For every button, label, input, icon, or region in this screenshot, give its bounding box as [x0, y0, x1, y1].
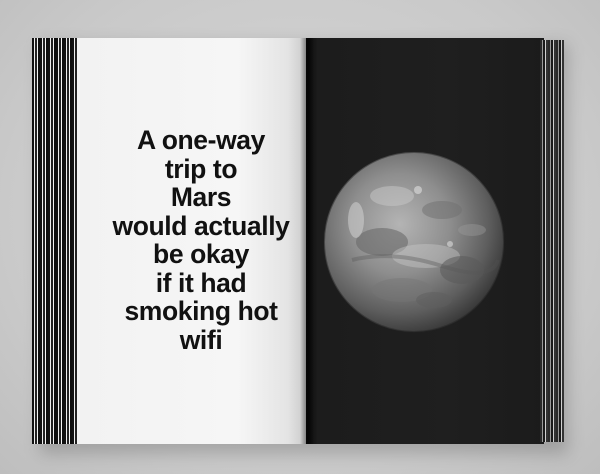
- quote-line: Mars: [170, 182, 232, 212]
- quote-line: be okay: [153, 239, 249, 269]
- left-page-edges: [32, 38, 82, 444]
- right-page-edges: [540, 40, 564, 442]
- quote-line: would actually: [112, 210, 290, 241]
- quote-line: if it had: [155, 267, 247, 298]
- quote-text: A one-way trip to Mars would actually be…: [96, 126, 306, 354]
- photo-background: A one-way trip to Mars would actually be…: [0, 0, 600, 474]
- quote-line: A one-way: [137, 125, 265, 155]
- book-gutter: [300, 38, 314, 444]
- quote-line: trip to: [164, 153, 238, 184]
- quote-line: smoking hot: [124, 296, 278, 326]
- mars-planet-icon: [323, 151, 505, 333]
- quote-line: wifi: [179, 324, 223, 355]
